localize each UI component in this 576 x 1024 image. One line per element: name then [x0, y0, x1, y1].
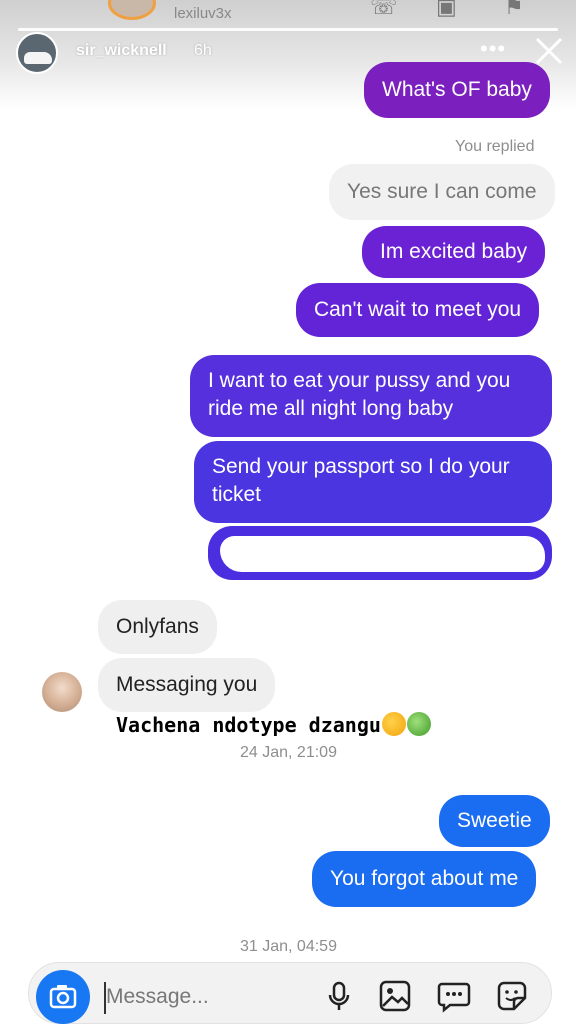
story-time: 6h	[194, 42, 212, 59]
message-bubble-sent[interactable]: Can't wait to meet you	[296, 283, 540, 337]
message-bubble-sent[interactable]: Send your passport so I do your ticket	[194, 441, 552, 523]
message-text: I want to eat your pussy and you ride me…	[208, 369, 511, 420]
message-bubble-received[interactable]: Messaging you	[98, 658, 276, 712]
camera-icon	[49, 985, 77, 1009]
sticker-icon[interactable]	[494, 978, 530, 1014]
camera-button[interactable]	[36, 970, 90, 1024]
message-text: Onlyfans	[116, 615, 199, 638]
message-input[interactable]	[106, 980, 306, 1014]
more-options-icon[interactable]: •••	[480, 36, 506, 62]
message-text: You forgot about me	[330, 867, 519, 890]
underlay-video-icon: ▣	[436, 0, 457, 19]
message-bubble-sent[interactable]: What's OF baby	[364, 62, 550, 118]
gallery-icon[interactable]	[377, 978, 413, 1014]
message-text: Messaging you	[116, 673, 258, 696]
story-username[interactable]: sir_wicknell	[76, 42, 167, 60]
message-text: Sweetie	[457, 809, 532, 832]
message-text: Yes sure I can come	[347, 180, 537, 203]
underlay-flag-icon: ⚑	[504, 0, 524, 19]
message-bubble-sent[interactable]: Sweetie	[439, 795, 550, 847]
redacted-message-bubble[interactable]	[208, 526, 552, 580]
message-text: Send your passport so I do your ticket	[212, 455, 510, 506]
caption-text: Vachena ndotype dzangu	[116, 713, 381, 737]
story-avatar[interactable]	[16, 32, 58, 74]
message-text: Im excited baby	[380, 240, 528, 263]
microphone-icon[interactable]	[321, 978, 357, 1014]
message-text: Can't wait to meet you	[314, 298, 522, 321]
timestamp: 31 Jan, 04:59	[240, 938, 337, 955]
timestamp: 24 Jan, 21:09	[240, 744, 337, 761]
smiling-hearts-emoji-icon	[381, 712, 406, 736]
story-progress-bar	[18, 28, 558, 31]
overlay-caption: Vachena ndotype dzangu	[116, 712, 431, 737]
message-bubble-sent[interactable]: You forgot about me	[312, 851, 537, 907]
message-bubble-sent[interactable]: I want to eat your pussy and you ride me…	[190, 355, 552, 437]
message-text: What's OF baby	[382, 78, 532, 101]
money-mouth-emoji-icon	[406, 712, 431, 736]
underlay-phone-icon: ☏	[370, 0, 398, 19]
chat-bubble-icon[interactable]	[436, 978, 472, 1014]
story-reply-bubble[interactable]: Yes sure I can come	[329, 164, 555, 220]
redaction-scribble	[220, 536, 545, 572]
message-bubble-received[interactable]: Onlyfans	[98, 600, 217, 654]
underlay-username: lexiluv3x	[174, 5, 232, 22]
you-replied-label: You replied	[455, 138, 535, 155]
close-icon[interactable]	[532, 34, 566, 68]
sender-avatar[interactable]	[42, 672, 82, 712]
message-bubble-sent[interactable]: Im excited baby	[362, 226, 546, 278]
